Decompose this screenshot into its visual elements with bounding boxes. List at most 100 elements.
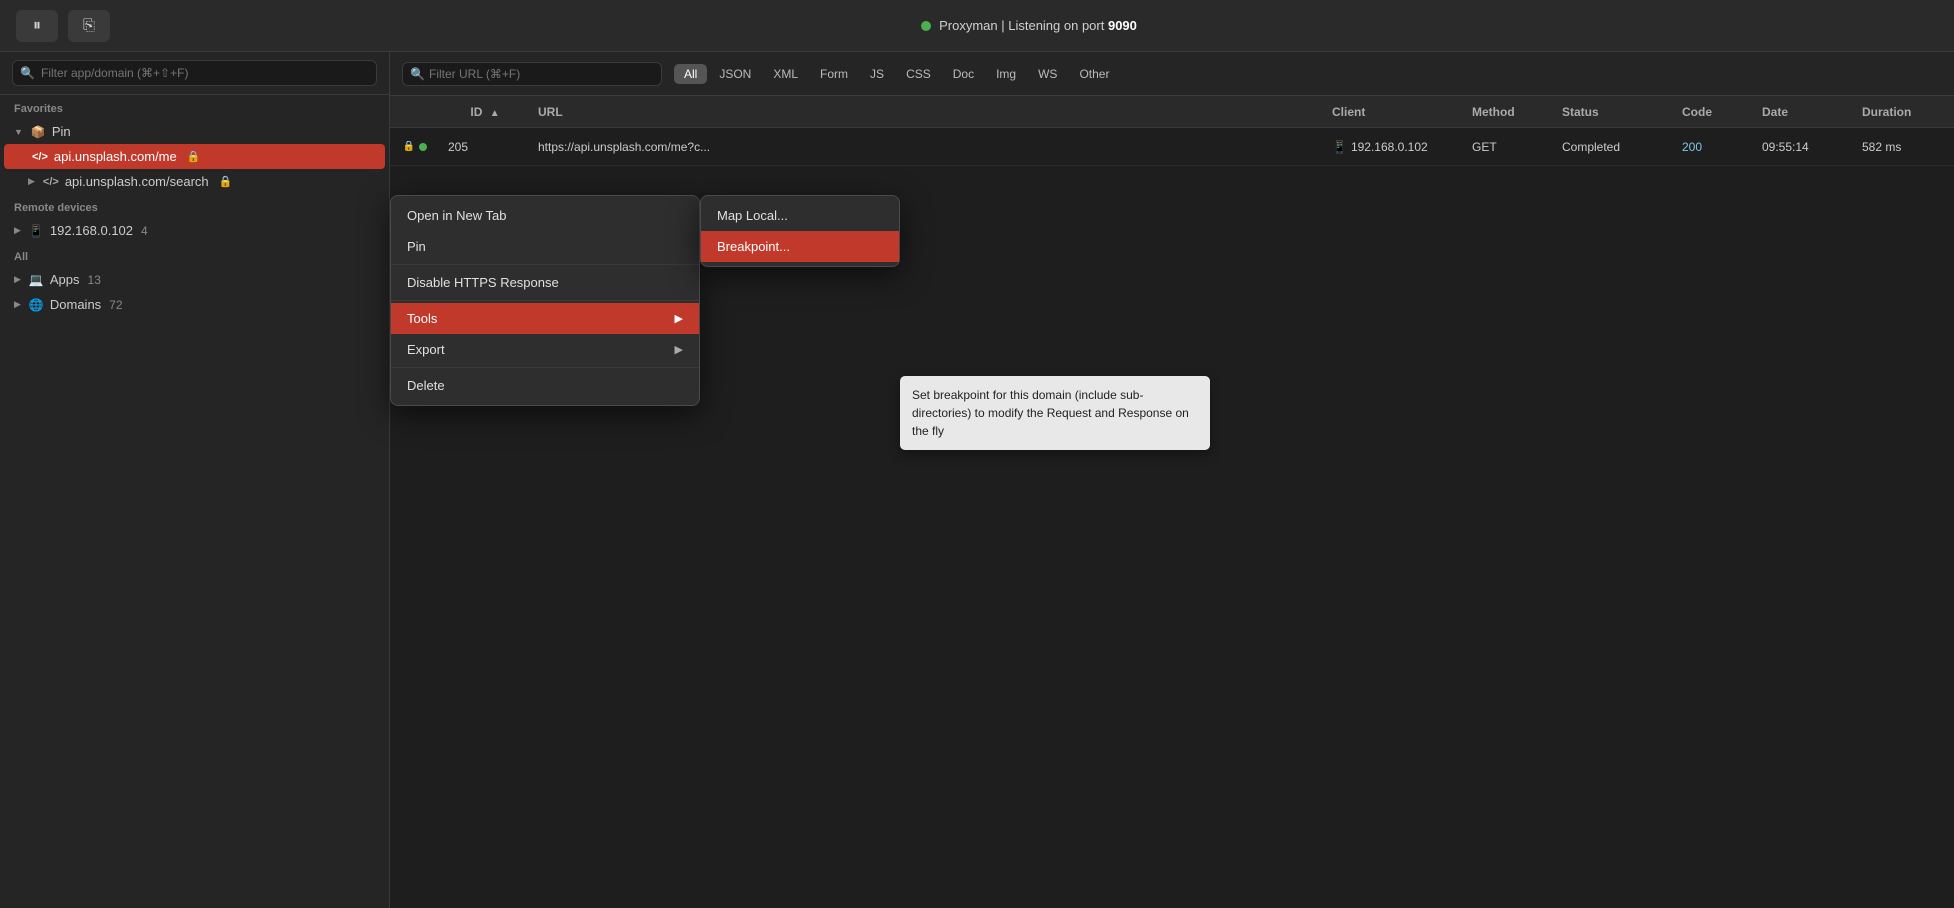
api-search-label: api.unsplash.com/search: [65, 174, 209, 189]
pin-icon: 📦: [31, 125, 46, 139]
menu-item-tools[interactable]: Tools ▶: [391, 303, 699, 334]
menu-export-arrow-icon: ▶: [675, 343, 683, 356]
apps-chevron: ▶: [14, 274, 21, 285]
remote-devices-label: Remote devices: [0, 194, 389, 218]
remote-device-label: 192.168.0.102: [50, 223, 133, 238]
tab-css[interactable]: CSS: [896, 64, 941, 84]
th-method[interactable]: Method: [1464, 105, 1554, 119]
submenu-map-local-label: Map Local...: [717, 208, 788, 223]
sidebar-item-pin[interactable]: ▼ 📦 Pin: [0, 119, 389, 144]
sidebar-search-area: 🔍: [0, 52, 389, 95]
table-row[interactable]: 🔒 205 https://api.unsplash.com/me?c... 📱…: [390, 128, 1954, 166]
tab-img[interactable]: Img: [986, 64, 1026, 84]
menu-item-pin[interactable]: Pin: [391, 231, 699, 262]
menu-item-disable-https[interactable]: Disable HTTPS Response: [391, 267, 699, 298]
remote-device-icon: 📱: [29, 224, 44, 238]
status-dot: [921, 21, 931, 31]
titlebar-title: Proxyman | Listening on port 9090: [939, 18, 1137, 33]
url-filter-wrap: 🔍: [402, 62, 662, 86]
apps-label: Apps: [50, 272, 80, 287]
api-search-icon: </>: [43, 176, 59, 188]
table-header: ID ▲ URL Client Method Status Code Date …: [390, 96, 1954, 128]
context-menu[interactable]: Open in New Tab Pin Disable HTTPS Respon…: [390, 195, 700, 406]
edit-icon: ⎘: [83, 17, 95, 34]
tab-json[interactable]: JSON: [709, 64, 761, 84]
all-label: All: [0, 243, 389, 267]
pause-button[interactable]: ⏸: [16, 10, 58, 42]
td-url: https://api.unsplash.com/me?c...: [530, 140, 1324, 154]
url-filter-input[interactable]: [402, 62, 662, 86]
td-id: 205: [440, 140, 530, 154]
menu-pin-label: Pin: [407, 239, 426, 254]
menu-tools-label: Tools: [407, 311, 437, 326]
remote-device-chevron: ▶: [14, 225, 21, 236]
td-lock-dot: 🔒: [390, 141, 440, 152]
sidebar: 🔍 Favorites ▼ 📦 Pin </> api.unsplash.com…: [0, 52, 390, 908]
tab-all[interactable]: All: [674, 64, 707, 84]
filter-bar: 🔍 All JSON XML Form JS CSS Doc Img WS Ot…: [390, 52, 1954, 96]
sidebar-item-domains[interactable]: ▶ 🌐 Domains 72: [0, 292, 389, 317]
submenu-item-breakpoint[interactable]: Breakpoint...: [701, 231, 899, 262]
tab-xml[interactable]: XML: [763, 64, 808, 84]
pin-chevron: ▼: [14, 127, 23, 137]
domains-label: Domains: [50, 297, 101, 312]
menu-separator-2: [391, 300, 699, 301]
td-code: 200: [1674, 140, 1754, 154]
client-device-icon: 📱: [1332, 140, 1347, 154]
content-area: 🔍 All JSON XML Form JS CSS Doc Img WS Ot…: [390, 52, 1954, 908]
td-status: Completed: [1554, 140, 1674, 154]
api-me-label: api.unsplash.com/me: [54, 149, 177, 164]
menu-item-delete[interactable]: Delete: [391, 370, 699, 401]
api-search-chevron: ▶: [28, 176, 35, 187]
url-filter-search-icon: 🔍: [410, 67, 425, 81]
sidebar-search-icon: 🔍: [20, 66, 35, 80]
th-status[interactable]: Status: [1554, 105, 1674, 119]
th-duration[interactable]: Duration: [1854, 105, 1954, 119]
favorites-label: Favorites: [0, 95, 389, 119]
td-duration: 582 ms: [1854, 140, 1954, 154]
sort-arrow-icon: ▲: [490, 108, 500, 119]
titlebar: ⏸ ⎘ Proxyman | Listening on port 9090: [0, 0, 1954, 52]
th-id[interactable]: ID ▲: [440, 105, 530, 119]
tab-ws[interactable]: WS: [1028, 64, 1067, 84]
tab-other[interactable]: Other: [1069, 64, 1119, 84]
submenu-breakpoint-label: Breakpoint...: [717, 239, 790, 254]
menu-tools-arrow-icon: ▶: [675, 312, 683, 325]
menu-disable-https-label: Disable HTTPS Response: [407, 275, 559, 290]
sidebar-item-api-search[interactable]: ▶ </> api.unsplash.com/search 🔒: [0, 169, 389, 194]
menu-open-new-tab-label: Open in New Tab: [407, 208, 507, 223]
api-search-lock-icon: 🔒: [219, 175, 233, 188]
tab-doc[interactable]: Doc: [943, 64, 984, 84]
menu-item-open-new-tab[interactable]: Open in New Tab: [391, 200, 699, 231]
tab-form[interactable]: Form: [810, 64, 858, 84]
menu-separator-3: [391, 367, 699, 368]
menu-separator-1: [391, 264, 699, 265]
submenu-item-map-local[interactable]: Map Local...: [701, 200, 899, 231]
filter-tabs: All JSON XML Form JS CSS Doc Img WS Othe…: [674, 64, 1119, 84]
th-client[interactable]: Client: [1324, 105, 1464, 119]
edit-button[interactable]: ⎘: [68, 10, 110, 42]
th-date[interactable]: Date: [1754, 105, 1854, 119]
th-code[interactable]: Code: [1674, 105, 1754, 119]
domains-chevron: ▶: [14, 299, 21, 310]
menu-export-label: Export: [407, 342, 445, 357]
titlebar-center: Proxyman | Listening on port 9090: [120, 18, 1938, 33]
td-method: GET: [1464, 140, 1554, 154]
sidebar-item-remote-device[interactable]: ▶ 📱 192.168.0.102 4: [0, 218, 389, 243]
api-me-lock-icon: 🔒: [187, 150, 201, 163]
sidebar-search-input[interactable]: [12, 60, 377, 86]
tab-js[interactable]: JS: [860, 64, 894, 84]
pause-icon: ⏸: [33, 17, 41, 35]
td-client: 📱 192.168.0.102: [1324, 140, 1464, 154]
apps-badge: 13: [88, 273, 101, 287]
domains-badge: 72: [109, 298, 122, 312]
row-lock-icon: 🔒: [403, 141, 415, 152]
submenu[interactable]: Map Local... Breakpoint...: [700, 195, 900, 267]
th-url[interactable]: URL: [530, 105, 1324, 119]
pin-label: Pin: [52, 124, 71, 139]
domains-icon: 🌐: [29, 298, 44, 312]
sidebar-item-apps[interactable]: ▶ 💻 Apps 13: [0, 267, 389, 292]
apps-icon: 💻: [29, 273, 44, 287]
menu-item-export[interactable]: Export ▶: [391, 334, 699, 365]
sidebar-item-api-me[interactable]: </> api.unsplash.com/me 🔒: [4, 144, 385, 169]
